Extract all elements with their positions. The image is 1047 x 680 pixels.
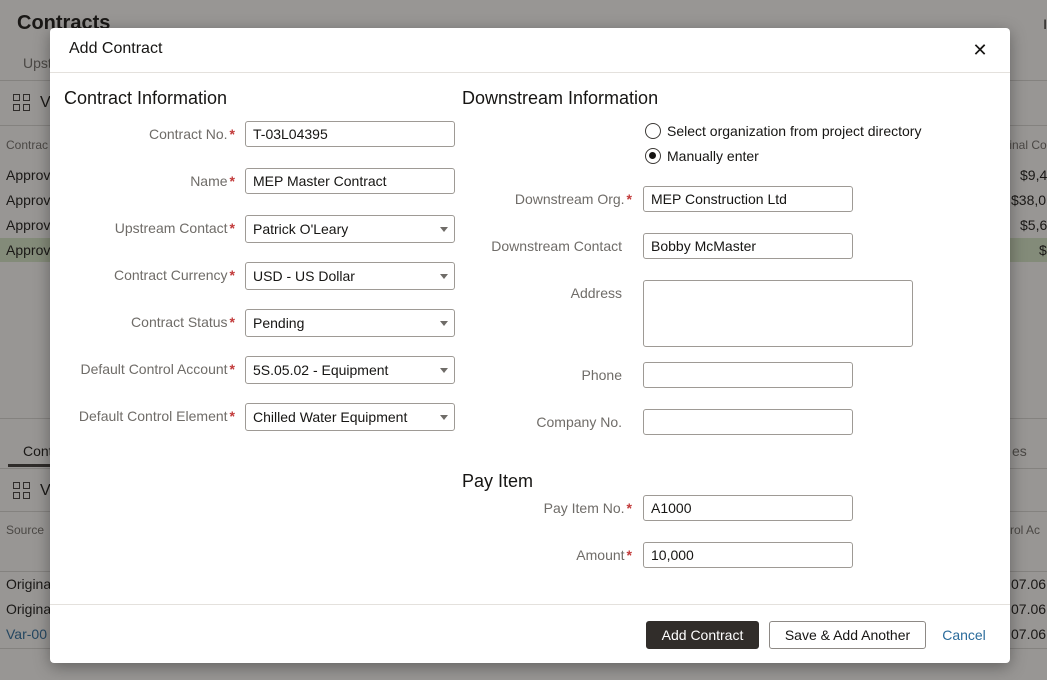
amount-label: Amount *: [576, 547, 632, 563]
required-marker: *: [626, 547, 632, 563]
upstream-contact-select[interactable]: Patrick O'Leary: [245, 215, 455, 243]
default-control-account-select[interactable]: 5S.05.02 - Equipment: [245, 356, 455, 384]
downstream-org-input[interactable]: MEP Construction Ltd: [643, 186, 853, 212]
upstream-contact-label: Upstream Contact *: [114, 220, 235, 236]
amount-input[interactable]: 10,000: [643, 542, 853, 568]
downstream-contact-input[interactable]: Bobby McMaster: [643, 233, 853, 259]
chevron-down-icon: [440, 274, 448, 279]
required-marker: *: [626, 191, 632, 207]
required-marker: *: [229, 126, 235, 142]
contract-no-input[interactable]: T-03L04395: [245, 121, 455, 147]
phone-input[interactable]: [643, 362, 853, 388]
required-marker: *: [229, 408, 235, 424]
contract-status-select[interactable]: Pending: [245, 309, 455, 337]
required-marker: *: [229, 173, 235, 189]
pay-item-no-label: Pay Item No. *: [543, 500, 632, 516]
selected-value: Chilled Water Equipment: [253, 409, 408, 425]
address-label: Address: [570, 285, 622, 301]
chevron-down-icon: [440, 227, 448, 232]
downstream-org-label: Downstream Org. *: [514, 191, 632, 207]
dialog-footer: Add Contract Save & Add Another Cancel: [50, 604, 1010, 663]
close-icon[interactable]: ✕: [969, 39, 991, 61]
radio-label: Select organization from project directo…: [667, 123, 922, 139]
name-label: Name *: [190, 173, 235, 189]
default-control-account-label: Default Control Account *: [80, 361, 235, 377]
chevron-down-icon: [440, 321, 448, 326]
required-marker: *: [626, 500, 632, 516]
contract-currency-label: Contract Currency *: [113, 267, 235, 283]
address-textarea[interactable]: [643, 280, 913, 347]
required-marker: *: [229, 361, 235, 377]
add-contract-button[interactable]: Add Contract: [646, 621, 759, 649]
phone-label: Phone: [581, 367, 622, 383]
radio-label: Manually enter: [667, 148, 759, 164]
pay-item-no-input[interactable]: A1000: [643, 495, 853, 521]
chevron-down-icon: [440, 368, 448, 373]
radio-unchecked-icon: [645, 123, 661, 139]
required-marker: *: [229, 220, 235, 236]
company-no-label: Company No.: [536, 414, 622, 430]
radio-manually-enter[interactable]: Manually enter: [645, 148, 759, 164]
radio-select-organization[interactable]: Select organization from project directo…: [645, 123, 921, 139]
required-marker: *: [229, 267, 235, 283]
add-contract-dialog: Add Contract ✕ Contract Information Cont…: [50, 28, 1010, 663]
contract-currency-select[interactable]: USD - US Dollar: [245, 262, 455, 290]
downstream-information-heading: Downstream Information: [462, 88, 659, 108]
default-control-element-select[interactable]: Chilled Water Equipment: [245, 403, 455, 431]
cancel-button[interactable]: Cancel: [936, 621, 992, 649]
required-marker: *: [229, 314, 235, 330]
save-add-another-button[interactable]: Save & Add Another: [769, 621, 926, 649]
selected-value: Patrick O'Leary: [253, 221, 349, 237]
name-input[interactable]: MEP Master Contract: [245, 168, 455, 194]
company-no-input[interactable]: [643, 409, 853, 435]
contract-no-label: Contract No. *: [148, 126, 235, 142]
chevron-down-icon: [440, 415, 448, 420]
selected-value: USD - US Dollar: [253, 268, 355, 284]
downstream-contact-label: Downstream Contact: [491, 238, 622, 254]
default-control-element-label: Default Control Element *: [78, 408, 235, 424]
contract-status-label: Contract Status *: [131, 314, 235, 330]
selected-value: Pending: [253, 315, 305, 331]
radio-checked-icon: [645, 148, 661, 164]
pay-item-heading: Pay Item: [462, 471, 534, 491]
selected-value: 5S.05.02 - Equipment: [253, 362, 389, 378]
dialog-header: Add Contract ✕: [50, 28, 1010, 73]
dialog-title: Add Contract: [69, 40, 163, 57]
contract-information-heading: Contract Information: [64, 88, 228, 108]
